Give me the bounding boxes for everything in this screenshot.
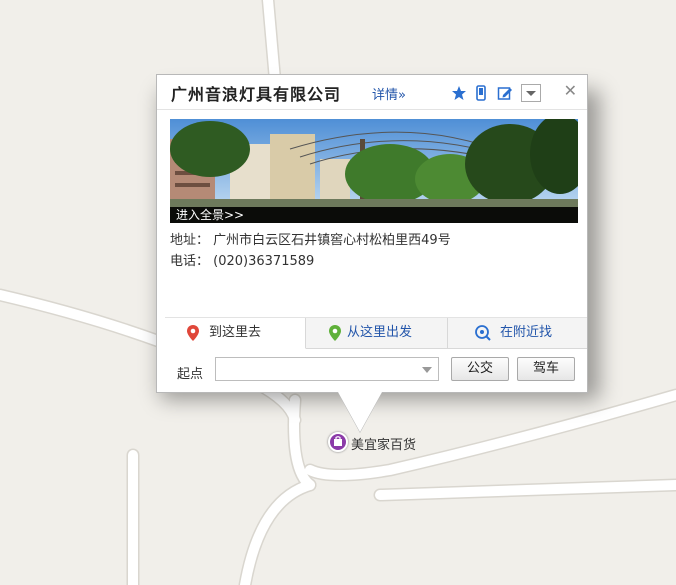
shopping-bag-icon [334,436,342,446]
route-tabs: 到这里去 从这里出发 在附近找 [165,317,587,349]
panorama-preview[interactable]: 进入全景>> [170,119,578,223]
start-point-input[interactable] [215,357,439,381]
tab-go-here-label: 到这里去 [209,325,262,340]
tab-search-nearby-label: 在附近找 [500,325,553,340]
address-row: 地址： 广州市白云区石井镇窖心村松柏里西49号 [170,229,451,248]
tab-search-nearby[interactable]: 在附近找 [448,318,587,348]
phone-row: 电话： (020)36371589 [170,250,314,269]
phone-label: 电话： [170,254,210,269]
place-title: 广州音浪灯具有限公司 [171,85,342,104]
close-icon[interactable]: ✕ [564,81,577,100]
chevron-down-icon[interactable] [422,367,432,373]
tab-start-here-label: 从这里出发 [347,325,413,340]
route-form: 起点 公交 驾车 [157,351,587,387]
details-link[interactable]: 详情» [372,84,406,103]
poi-label[interactable]: 美宜家百货 [351,434,416,453]
enter-panorama-link[interactable]: 进入全景>> [170,207,578,223]
start-point-label: 起点 [177,367,204,382]
edit-icon[interactable] [497,85,513,101]
tab-go-here[interactable]: 到这里去 [165,318,306,349]
phone-value: (020)36371589 [213,254,315,269]
phone-icon[interactable] [473,85,489,101]
address-value: 广州市白云区石井镇窖心村松柏里西49号 [213,233,451,248]
bus-button[interactable]: 公交 [451,357,509,381]
info-window-header: 广州音浪灯具有限公司 详情» ✕ [157,75,587,110]
info-window-pointer [338,392,382,432]
address-label: 地址： [170,233,210,248]
star-icon[interactable] [451,85,467,101]
info-window: 广州音浪灯具有限公司 详情» ✕ 进入全景>> 地址： 广州市白云区石井镇窖心村… [156,74,588,393]
map-pin-red-icon [187,325,199,341]
dropdown-menu-icon[interactable] [521,84,541,102]
tab-start-here[interactable]: 从这里出发 [305,318,448,348]
road-north [263,0,280,85]
poi-marker[interactable] [328,432,348,452]
map-pin-green-icon [329,325,341,341]
drive-button[interactable]: 驾车 [517,357,575,381]
search-nearby-icon [475,325,491,341]
